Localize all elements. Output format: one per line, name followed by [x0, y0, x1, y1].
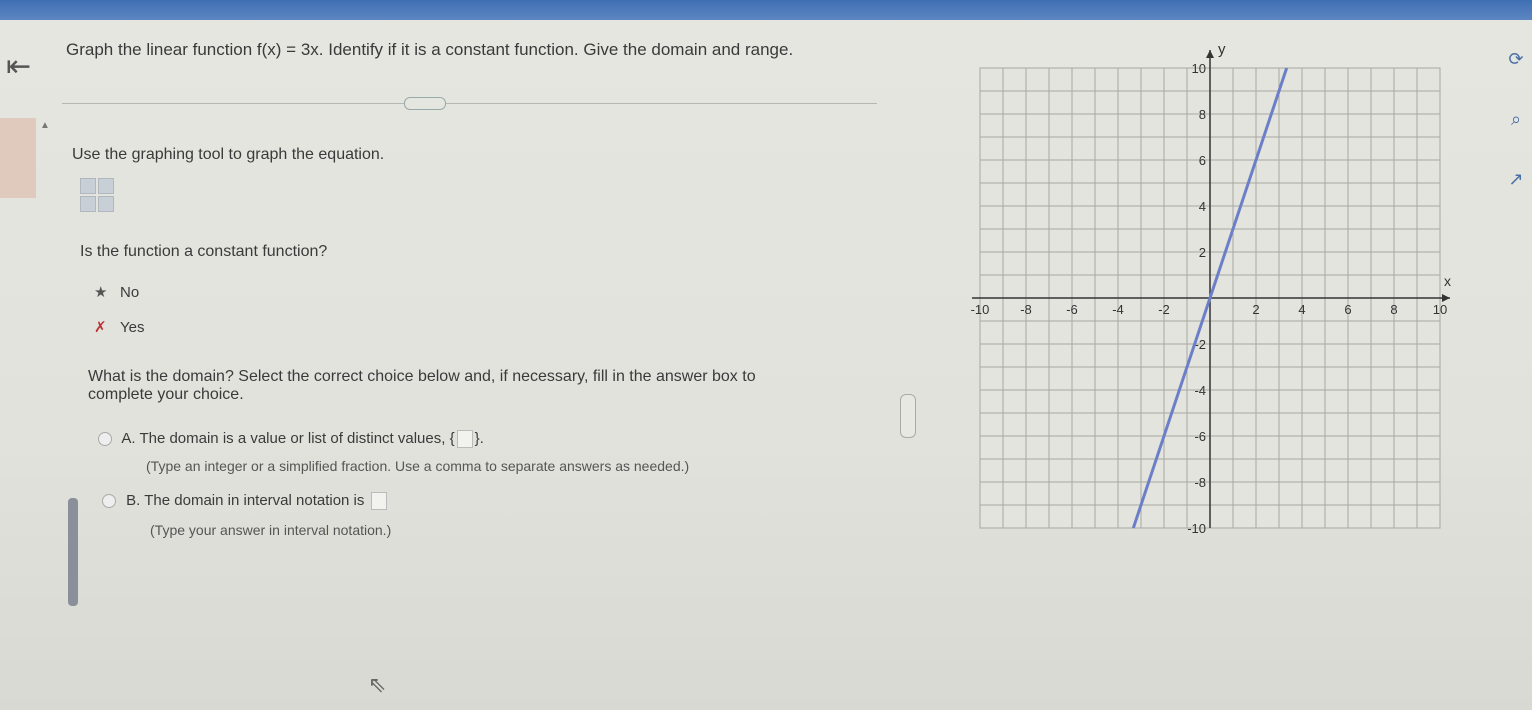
choice-b-answer-box[interactable] — [370, 492, 387, 511]
caret-up-icon: ▲ — [40, 120, 50, 131]
choice-a[interactable]: A. The domain is a value or list of dist… — [98, 430, 484, 449]
scrollbar-thumb[interactable] — [68, 498, 78, 606]
y-tick-label: -4 — [1194, 383, 1206, 398]
constant-question: Is the function a constant function? — [80, 243, 328, 260]
choice-a-radio[interactable] — [98, 432, 112, 447]
choice-a-text: The domain is a value or list of distinc… — [139, 430, 446, 447]
coordinate-graph[interactable]: xy-10 -8 -6 -4 -2 2 4 6 8 10108642-2-4-6-8-10 — [960, 38, 1480, 538]
domain-question: What is the domain? Select the correct c… — [88, 368, 756, 403]
choice-a-hint: (Type an integer or a simplified fractio… — [146, 458, 690, 474]
x-tick-label: -4 — [1112, 302, 1124, 317]
y-tick-label: -10 — [1187, 521, 1206, 536]
y-axis-arrow — [1206, 50, 1214, 58]
option-yes-label: Yes — [120, 319, 145, 336]
x-tick-label: 6 — [1344, 302, 1351, 317]
back-arrow-icon[interactable]: ⇤ — [6, 52, 31, 82]
star-icon: ★ — [94, 284, 108, 301]
x-tick-label: -6 — [1066, 302, 1078, 317]
x-axis-arrow — [1442, 294, 1450, 302]
option-no[interactable]: ★ No — [94, 283, 139, 301]
choice-b-radio[interactable] — [102, 494, 116, 509]
x-tick-label: 4 — [1298, 302, 1305, 317]
section-divider — [62, 103, 877, 104]
x-mark-icon: ✗ — [94, 319, 107, 336]
x-tick-label: -8 — [1020, 302, 1032, 317]
panel-resize-handle[interactable] — [900, 394, 916, 438]
y-tick-label: 6 — [1199, 153, 1206, 168]
search-icon[interactable]: ⌕ — [1505, 108, 1527, 130]
y-tick-label: -8 — [1194, 475, 1206, 490]
browser-top-bar — [0, 0, 1532, 20]
choice-a-answer-box[interactable] — [456, 430, 473, 449]
x-tick-label: -10 — [971, 302, 990, 317]
instruction-text: Use the graphing tool to graph the equat… — [72, 146, 385, 163]
refresh-icon[interactable]: ⟳ — [1505, 48, 1527, 70]
y-tick-label: 8 — [1199, 107, 1206, 122]
left-side-tab[interactable] — [0, 118, 36, 198]
choice-a-letter: A. — [121, 430, 136, 447]
mouse-cursor-icon: ⇖ — [368, 672, 387, 697]
choice-b-letter: B. — [126, 492, 141, 509]
y-tick-label: -6 — [1194, 429, 1206, 444]
function-expression: f(x) = 3x — [256, 40, 319, 59]
x-tick-label: -2 — [1158, 302, 1170, 317]
x-tick-label: 10 — [1433, 302, 1447, 317]
y-tick-label: 4 — [1199, 199, 1206, 214]
question-suffix: . Identify if it is a constant function.… — [318, 40, 794, 59]
x-tick-label: 8 — [1390, 302, 1397, 317]
choice-b-text: The domain in interval notation is — [144, 492, 365, 509]
external-link-icon[interactable]: ↗ — [1505, 168, 1527, 190]
option-yes[interactable]: ✗ Yes — [94, 318, 144, 336]
y-tick-label: 10 — [1192, 61, 1206, 76]
choice-b[interactable]: B. The domain in interval notation is — [102, 492, 389, 511]
choice-b-hint: (Type your answer in interval notation.) — [150, 522, 392, 538]
option-no-label: No — [120, 284, 140, 301]
brace-open: { — [449, 430, 455, 447]
y-axis-label: y — [1218, 41, 1226, 58]
divider-handle[interactable] — [404, 97, 446, 110]
x-axis-label: x — [1444, 273, 1451, 289]
graph-tool-icon[interactable] — [80, 178, 114, 212]
y-tick-label: 2 — [1199, 245, 1206, 260]
x-tick-label: 2 — [1252, 302, 1259, 317]
question-prefix: Graph the linear function — [66, 40, 257, 59]
brace-close: } — [474, 430, 480, 447]
question-text: Graph the linear function f(x) = 3x. Ide… — [66, 40, 793, 60]
